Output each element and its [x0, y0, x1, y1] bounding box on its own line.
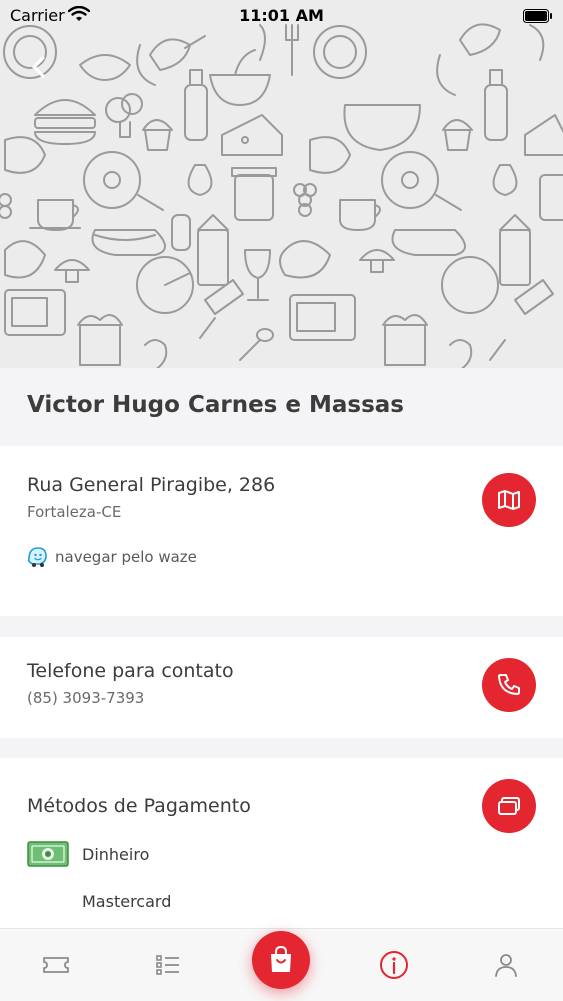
cart-button[interactable] [252, 931, 310, 989]
map-icon [498, 490, 520, 510]
battery-icon [523, 8, 553, 27]
payment-card: Métodos de Pagamento Dinheiro Mastercard [0, 758, 563, 928]
open-map-button[interactable] [482, 473, 536, 527]
contact-card: Telefone para contato (85) 3093-7393 [0, 637, 563, 738]
contact-title: Telefone para contato [27, 660, 234, 682]
tab-coupons[interactable] [38, 947, 74, 983]
tab-info[interactable] [376, 947, 412, 983]
waze-icon [27, 547, 47, 567]
contact-phone: (85) 3093-7393 [27, 689, 145, 707]
payment-method-label: Mastercard [82, 891, 172, 911]
info-icon [380, 951, 408, 979]
back-button[interactable] [24, 52, 54, 82]
tab-profile[interactable] [488, 947, 524, 983]
address-street: Rua General Piragibe, 286 [27, 474, 276, 496]
status-bar: Carrier 11:01 AM [0, 0, 563, 30]
payment-method-mastercard: Mastercard [27, 887, 171, 915]
tab-menu-list[interactable] [150, 947, 186, 983]
address-city: Fortaleza-CE [27, 503, 122, 521]
ticket-icon [43, 957, 69, 973]
waze-link[interactable]: navegar pelo waze [27, 546, 197, 568]
restaurant-name: Victor Hugo Carnes e Massas [27, 392, 404, 418]
money-icon [27, 841, 69, 867]
phone-icon [498, 674, 520, 695]
mastercard-icon [27, 887, 69, 915]
credit-card-icon [498, 797, 520, 815]
payment-method-cash: Dinheiro [27, 840, 149, 868]
payment-method-label: Dinheiro [82, 844, 150, 864]
list-icon [156, 955, 179, 975]
chevron-left-icon [32, 56, 45, 78]
header-food-pattern: Carrier 11:01 AM [0, 0, 563, 368]
call-button[interactable] [482, 658, 536, 712]
restaurant-title-section: Victor Hugo Carnes e Massas [0, 368, 563, 446]
clock-time: 11:01 AM [239, 6, 324, 25]
payment-title: Métodos de Pagamento [27, 795, 251, 817]
food-doodle-pattern [0, 23, 563, 368]
shopping-bag-icon [271, 945, 291, 972]
address-card: Rua General Piragibe, 286 Fortaleza-CE n… [0, 446, 563, 616]
payment-methods-button[interactable] [482, 779, 536, 833]
waze-label: navegar pelo waze [55, 548, 197, 566]
user-icon [495, 954, 517, 977]
